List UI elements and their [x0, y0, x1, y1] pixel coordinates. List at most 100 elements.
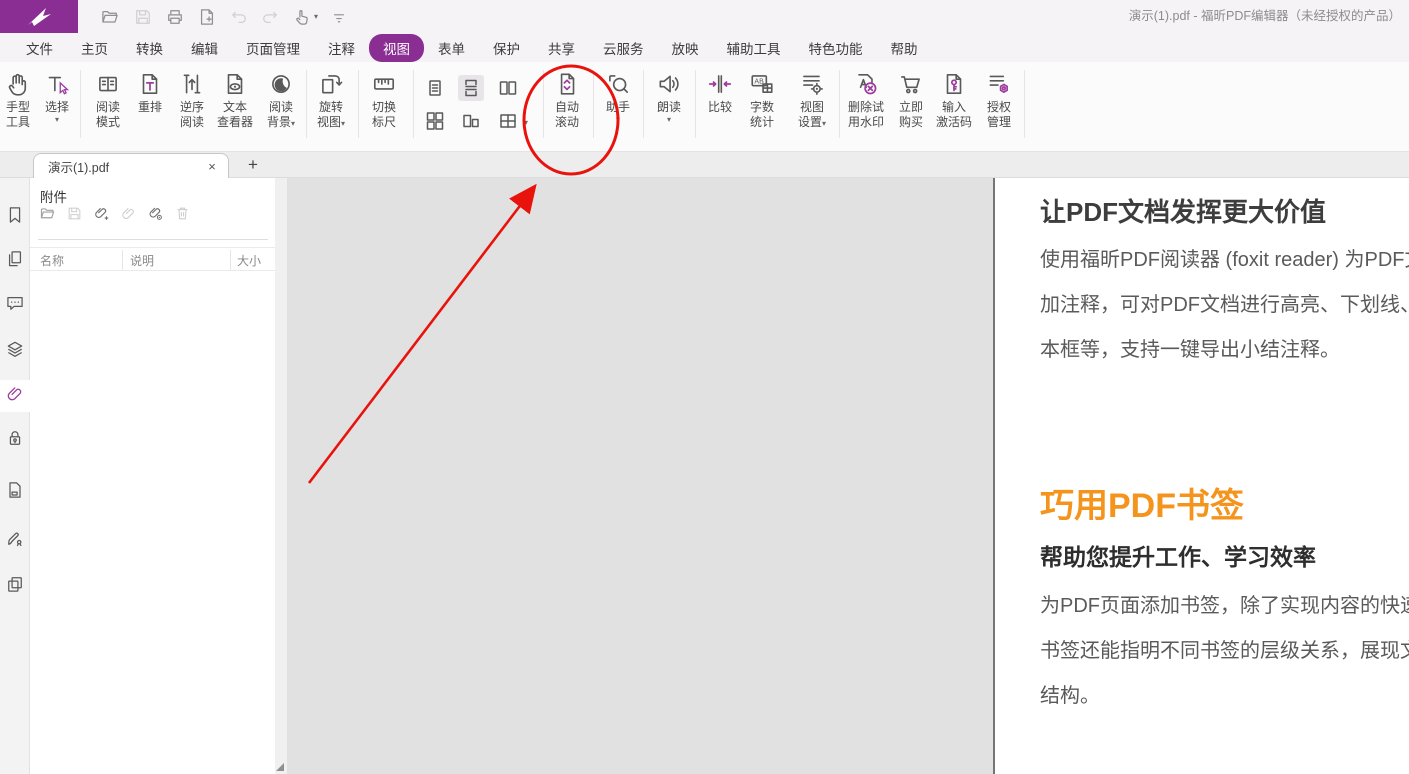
attachments-panel: 附件 名称 说明 大 — [30, 178, 275, 774]
toggle-ruler-button[interactable]: 切换 标尺 — [360, 70, 408, 130]
redo-icon[interactable] — [259, 6, 281, 28]
save-attachment-icon[interactable] — [65, 204, 83, 222]
menu-item-file[interactable]: 文件 — [12, 34, 67, 62]
remove-trial-watermark-button[interactable]: 删除试 用水印 — [840, 70, 892, 130]
hand-tool-button[interactable]: 手型 工具 — [0, 70, 36, 130]
split-view-layout-button[interactable] — [495, 108, 521, 134]
destinations-icon[interactable] — [4, 479, 26, 501]
continuous-scrolling-layout-button[interactable] — [458, 75, 484, 101]
facing-layout-button[interactable] — [495, 75, 521, 101]
pages-icon[interactable] — [4, 248, 26, 270]
select-button[interactable]: 选择 ▾ — [37, 70, 77, 125]
menu-item-cloud-services[interactable]: 云服务 — [589, 34, 658, 62]
customize-toolbar-icon[interactable] — [328, 6, 350, 28]
add-attachment-icon[interactable] — [92, 204, 110, 222]
menu-item-slideshow[interactable]: 放映 — [658, 34, 713, 62]
text-viewer-button[interactable]: 文本 查看器 — [208, 70, 262, 130]
panel-splitter[interactable] — [275, 178, 287, 774]
paragraph-line: 书签还能指明不同书签的层级关系，展现文档 — [1040, 629, 1409, 674]
select-text-icon — [37, 70, 77, 98]
menu-item-edit[interactable]: 编辑 — [177, 34, 232, 62]
bookmarks-icon[interactable] — [4, 204, 26, 226]
divider — [38, 239, 268, 240]
menu-item-convert[interactable]: 转换 — [122, 34, 177, 62]
document-tab[interactable]: 演示(1).pdf × — [33, 153, 229, 179]
resize-grip-icon[interactable] — [276, 763, 284, 771]
comments-icon[interactable] — [4, 292, 26, 314]
compare-arrows-icon — [698, 70, 742, 98]
auto-scroll-button[interactable]: 自动 滚动 — [545, 70, 589, 130]
chevron-down-icon: ▾ — [647, 115, 691, 125]
book-icon — [84, 70, 132, 98]
undo-icon[interactable] — [228, 6, 250, 28]
menu-item-help[interactable]: 帮助 — [877, 34, 932, 62]
rotate-view-button[interactable]: 旋转 视图▾ — [307, 70, 355, 131]
ribbon-separator — [413, 70, 414, 138]
chevron-down-icon[interactable]: ▾ — [524, 118, 528, 128]
chevron-down-icon: ▾ — [341, 119, 345, 128]
attachment-settings-icon[interactable] — [146, 204, 164, 222]
document-canvas[interactable] — [287, 178, 993, 774]
pdf-page[interactable]: 让PDF文档发挥更大价值 使用福昕PDF阅读器 (foxit reader) 为… — [995, 178, 1409, 774]
read-aloud-button[interactable]: 朗读 ▾ — [647, 70, 691, 125]
column-header-description[interactable]: 说明 — [130, 252, 154, 269]
menu-item-home[interactable]: 主页 — [67, 34, 122, 62]
license-management-button[interactable]: 授权 管理 — [977, 70, 1021, 130]
menu-item-page-management[interactable]: 页面管理 — [232, 34, 314, 62]
auto-scroll-page-icon — [545, 70, 589, 98]
compare-button[interactable]: 比较 — [698, 70, 742, 115]
word-count-button[interactable]: AB 字数 统计 — [740, 70, 784, 130]
fields-icon[interactable] — [4, 573, 26, 595]
enter-activation-code-button[interactable]: 输入 激活码 — [928, 70, 980, 130]
paragraph-line: 使用福昕PDF阅读器 (foxit reader) 为PDF文档 — [1040, 238, 1409, 283]
facing-continuous-layout-button[interactable] — [422, 108, 448, 134]
menu-item-share[interactable]: 共享 — [534, 34, 589, 62]
buy-now-button[interactable]: 立即 购买 — [889, 70, 933, 130]
assistant-button[interactable]: 助手 ▾ — [596, 70, 640, 125]
single-page-layout-button[interactable] — [422, 75, 448, 101]
menu-item-protect[interactable]: 保护 — [479, 34, 534, 62]
chevron-down-icon[interactable]: ▾ — [311, 6, 321, 28]
attachments-panel-title: 附件 — [40, 186, 67, 206]
menu-item-form[interactable]: 表单 — [424, 34, 479, 62]
activation-key-icon — [928, 70, 980, 98]
view-settings-icon — [788, 70, 836, 98]
reflow-page-icon — [126, 70, 174, 98]
signatures-icon[interactable] — [4, 527, 26, 549]
save-icon[interactable] — [132, 6, 154, 28]
new-document-icon[interactable] — [196, 6, 218, 28]
open-file-icon[interactable] — [99, 6, 121, 28]
attach-file-icon[interactable] — [119, 204, 137, 222]
remove-watermark-icon — [840, 70, 892, 98]
delete-attachment-icon[interactable] — [173, 204, 191, 222]
attachments-toolbar — [38, 204, 191, 222]
attachments-icon[interactable] — [4, 383, 26, 405]
read-mode-button[interactable]: 阅读 模式 — [84, 70, 132, 130]
open-attachment-icon[interactable] — [38, 204, 56, 222]
ribbon-separator — [80, 70, 81, 138]
add-tab-button[interactable]: + — [243, 154, 263, 176]
page-paragraph-2: 为PDF页面添加书签，除了实现内容的快速跳 书签还能指明不同书签的层级关系，展现… — [1040, 584, 1409, 719]
reflow-button[interactable]: 重排 — [126, 70, 174, 115]
navigation-panel-rail — [0, 178, 30, 774]
hand-pointer-icon[interactable] — [291, 6, 313, 28]
menu-item-comment[interactable]: 注释 — [314, 34, 369, 62]
paragraph-line: 结构。 — [1040, 674, 1409, 719]
column-header-size[interactable]: 大小 — [237, 252, 261, 269]
security-icon[interactable] — [4, 427, 26, 449]
reading-background-button[interactable]: 阅读 背景▾ — [257, 70, 305, 131]
foxit-logo[interactable] — [0, 0, 78, 33]
view-settings-button[interactable]: 视图 设置▾ — [788, 70, 836, 131]
page-eye-icon — [208, 70, 262, 98]
print-icon[interactable] — [164, 6, 186, 28]
menu-item-special-features[interactable]: 特色功能 — [795, 34, 877, 62]
hand-icon — [0, 70, 36, 98]
menu-item-assistive-tools[interactable]: 辅助工具 — [713, 34, 795, 62]
page-heading-1: 让PDF文档发挥更大价值 — [1040, 192, 1326, 229]
separate-cover-layout-button[interactable] — [458, 108, 484, 134]
ribbon-separator — [543, 70, 544, 138]
column-header-name[interactable]: 名称 — [40, 252, 64, 269]
close-icon[interactable]: × — [204, 159, 220, 174]
layers-icon[interactable] — [4, 338, 26, 360]
menu-item-view[interactable]: 视图 — [369, 34, 424, 62]
